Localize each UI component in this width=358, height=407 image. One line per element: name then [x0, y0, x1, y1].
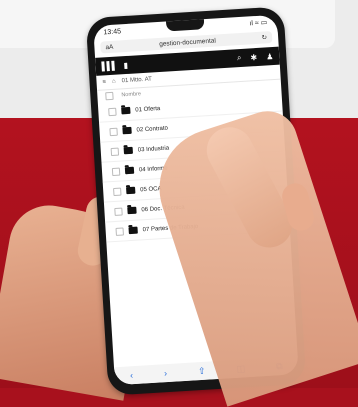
url-text[interactable]: gestion-documental: [159, 37, 216, 47]
folder-icon: [123, 146, 133, 155]
back-icon[interactable]: ‹: [130, 370, 134, 380]
forward-icon[interactable]: ›: [164, 368, 168, 378]
status-time: 13:45: [103, 27, 122, 36]
row-checkbox[interactable]: [109, 127, 118, 136]
text-size-button[interactable]: aA: [105, 43, 113, 50]
folder-icon: [121, 106, 131, 115]
folder-icon: [127, 206, 137, 215]
app-logo-icon: [101, 60, 115, 72]
folder-icon: [126, 186, 136, 195]
row-checkbox[interactable]: [111, 167, 121, 176]
folder-icon: [128, 226, 138, 235]
folder-icon: [122, 126, 132, 135]
row-checkbox[interactable]: [115, 226, 124, 236]
status-indicators: ıl ≈ ▭: [249, 19, 268, 28]
folder-label: 03 Industria: [137, 145, 170, 153]
folder-icon[interactable]: ▮: [123, 60, 128, 69]
home-icon[interactable]: ⌂: [112, 79, 116, 85]
search-icon[interactable]: ⌕: [237, 53, 242, 63]
folder-icon: [124, 166, 135, 175]
folder-label: 02 Contrato: [136, 125, 169, 133]
row-checkbox[interactable]: [110, 147, 120, 156]
share-icon[interactable]: ⇧: [198, 365, 206, 376]
row-checkbox[interactable]: [108, 107, 117, 116]
row-checkbox[interactable]: [113, 187, 122, 196]
select-all-checkbox[interactable]: [105, 91, 114, 101]
breadcrumb-current[interactable]: 01 Mtto. AT: [122, 76, 153, 84]
settings-icon[interactable]: ✱: [250, 53, 257, 62]
user-icon[interactable]: ♟: [266, 52, 274, 61]
row-checkbox[interactable]: [114, 207, 123, 216]
header-spacer: [137, 59, 228, 65]
column-name-header[interactable]: Nombre: [121, 91, 141, 98]
menu-icon[interactable]: ≡: [102, 79, 106, 85]
folder-label: 01 Oferta: [135, 105, 161, 114]
reload-icon[interactable]: ↻: [261, 33, 268, 41]
